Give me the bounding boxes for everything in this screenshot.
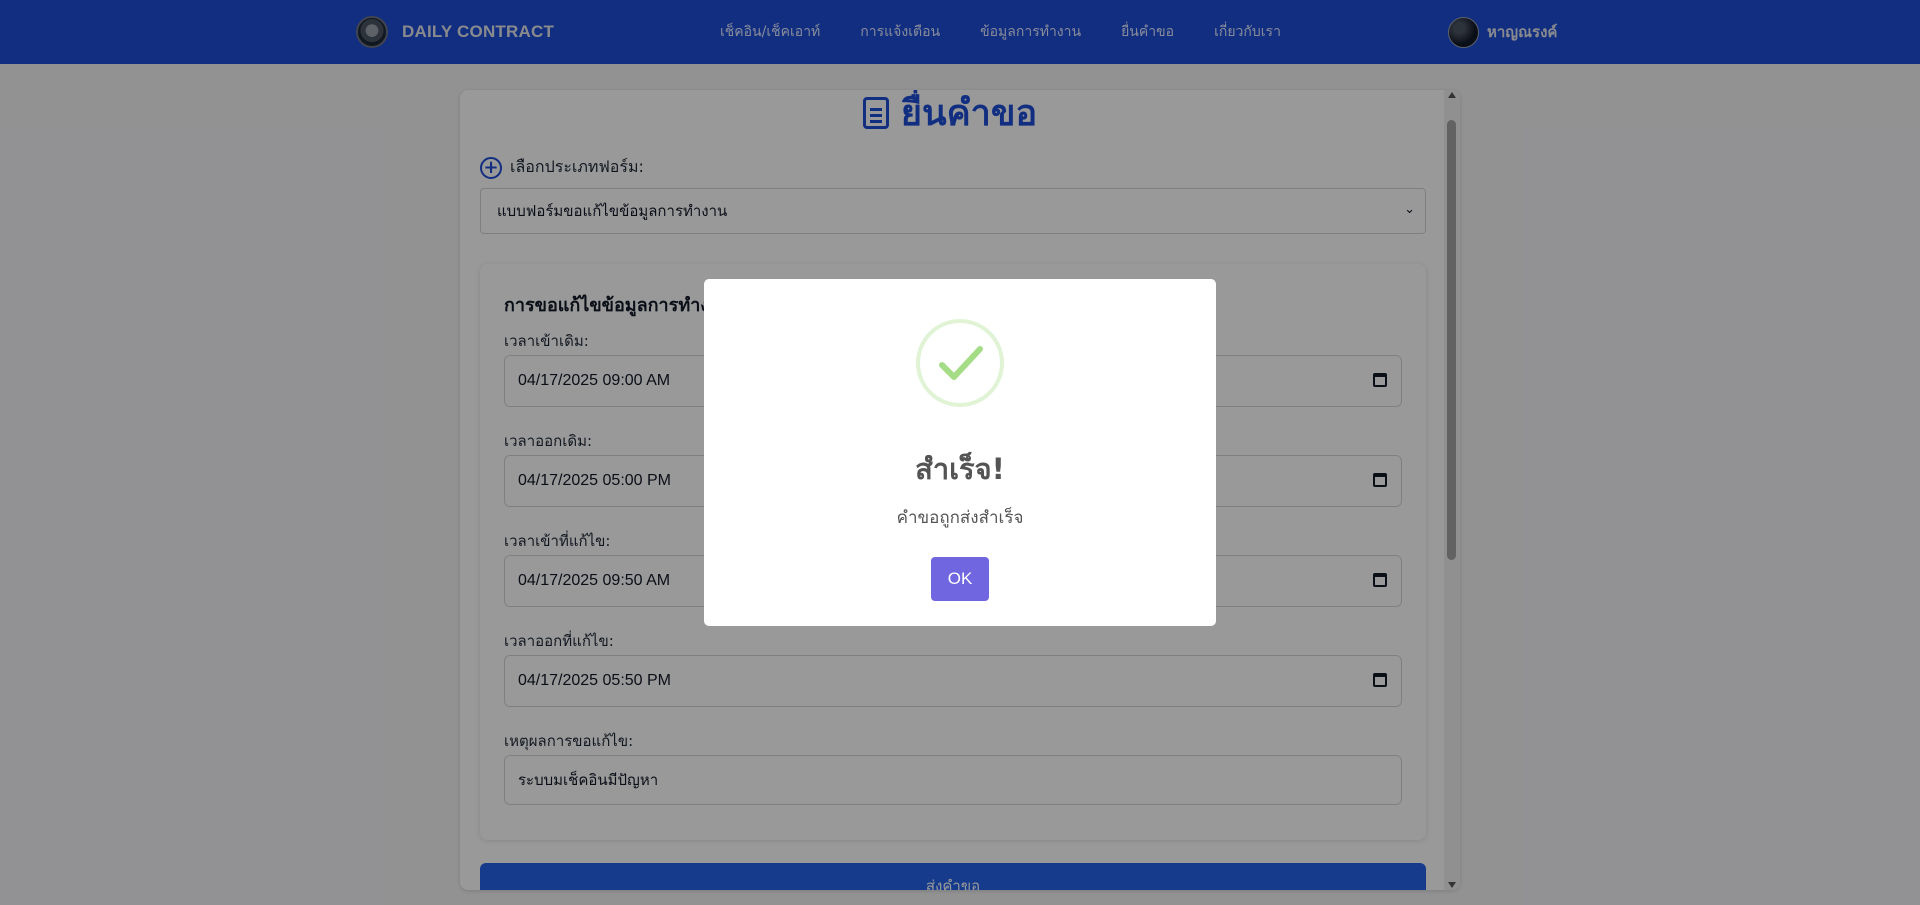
success-dialog: สำเร็จ! คำขอถูกส่งสำเร็จ OK bbox=[704, 279, 1216, 626]
ok-button[interactable]: OK bbox=[931, 557, 989, 601]
success-check-icon bbox=[916, 319, 1004, 407]
dialog-title: สำเร็จ! bbox=[915, 452, 1005, 486]
dialog-message: คำขอถูกส่งสำเร็จ bbox=[896, 508, 1024, 528]
